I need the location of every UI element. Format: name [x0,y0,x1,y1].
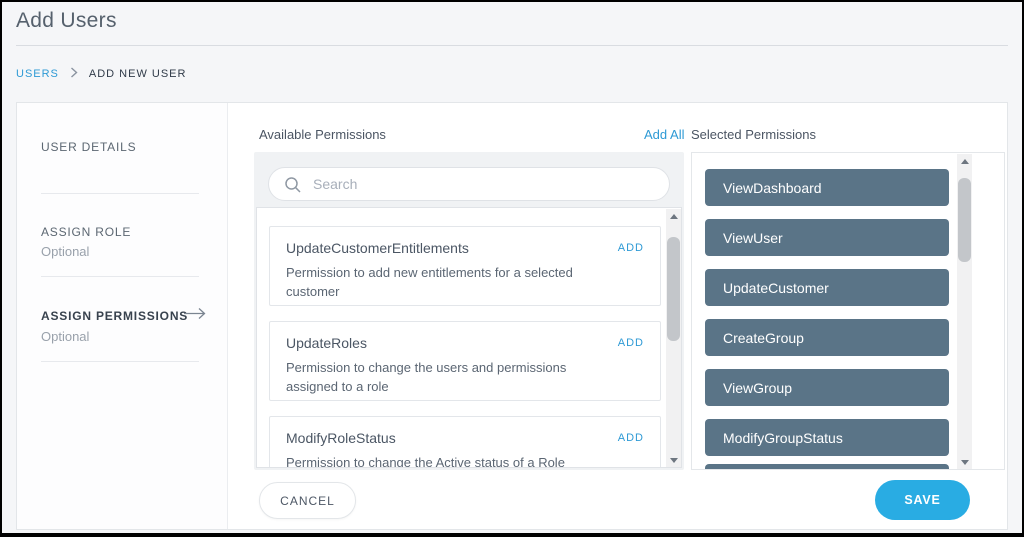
sidebar-item-assign-permissions[interactable]: ASSIGN PERMISSIONS [41,309,188,323]
add-permission-button[interactable]: ADD [618,430,644,444]
permission-name: UpdateCustomerEntitlements [286,240,469,256]
permission-chip[interactable]: ViewUser [705,219,949,256]
triangle-down-icon[interactable] [957,455,972,470]
scrollbar-thumb[interactable] [667,237,680,341]
breadcrumb: USERS ADD NEW USER [16,66,186,82]
title-divider [16,45,1008,46]
permission-name: UpdateRoles [286,335,367,351]
page-title: Add Users [16,9,117,33]
selected-list-scrollbar[interactable] [957,154,972,470]
permission-chip[interactable]: CreateGroup [705,319,949,356]
permission-description: Permission to change the users and permi… [286,359,616,397]
triangle-up-icon[interactable] [957,154,972,169]
chevron-right-icon [70,65,78,83]
sidebar-item-assign-role[interactable]: ASSIGN ROLE [41,225,131,239]
sidebar-item-assign-role-sub: Optional [41,244,89,259]
step-divider [41,193,199,194]
add-users-window: Add Users USERS ADD NEW USER USER DETAIL… [0,0,1024,537]
add-permission-button[interactable]: ADD [618,335,644,349]
triangle-up-icon[interactable] [666,209,681,224]
permission-chip[interactable]: ViewGroup [705,369,949,406]
permission-chip[interactable]: ModifyGroupStatus [705,419,949,456]
breadcrumb-users-link[interactable]: USERS [16,68,59,80]
permission-card: UpdateCustomerEntitlements ADD Permissio… [269,226,661,306]
permission-description: Permission to change the Active status o… [286,454,616,468]
permission-description: Permission to add new entitlements for a… [286,264,616,302]
sidebar-item-assign-permissions-sub: Optional [41,329,89,344]
permission-name: ModifyRoleStatus [286,430,396,446]
search-box [268,167,670,201]
available-permissions-panel: UpdateCustomerEntitlements ADD Permissio… [254,152,684,470]
available-permissions-header: Available Permissions [259,127,386,142]
save-button[interactable]: SAVE [875,480,970,520]
triangle-down-icon[interactable] [666,453,681,468]
step-divider [41,276,199,277]
sidebar-item-user-details[interactable]: USER DETAILS [41,140,136,154]
search-input[interactable] [269,168,669,200]
permission-chip-partial[interactable] [705,464,949,470]
selected-permissions-panel: ViewDashboard ViewUser UpdateCustomer Cr… [691,152,1005,470]
selected-permissions-header: Selected Permissions [691,127,816,142]
permission-card: UpdateRoles ADD Permission to change the… [269,321,661,401]
main-card: USER DETAILS ASSIGN ROLE Optional ASSIGN… [16,102,1008,530]
available-permissions-list: UpdateCustomerEntitlements ADD Permissio… [256,207,682,468]
available-list-scrollbar[interactable] [666,209,681,468]
arrow-right-icon [183,307,207,325]
cancel-button[interactable]: CANCEL [259,482,356,519]
scrollbar-thumb[interactable] [958,178,971,262]
permission-chip[interactable]: UpdateCustomer [705,269,949,306]
add-all-link[interactable]: Add All [644,127,684,142]
breadcrumb-current: ADD NEW USER [89,68,187,80]
add-permission-button[interactable]: ADD [618,240,644,254]
step-divider [41,361,199,362]
wizard-steps-sidebar: USER DETAILS ASSIGN ROLE Optional ASSIGN… [17,103,228,529]
permission-card: ModifyRoleStatus ADD Permission to chang… [269,416,661,468]
permission-chip[interactable]: ViewDashboard [705,169,949,206]
search-icon [284,176,302,199]
